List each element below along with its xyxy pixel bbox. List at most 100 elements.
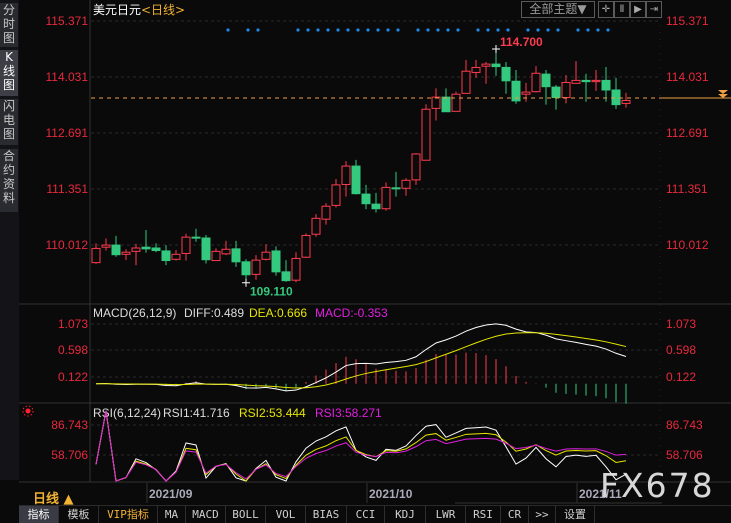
candle-down: [151, 247, 161, 252]
left-price-tick: 114.031: [46, 70, 89, 84]
rsi-plot: [95, 410, 627, 482]
candle-up: [291, 257, 301, 281]
candle-up: [521, 91, 531, 95]
macd-diff-value: DIFF:0.489: [184, 306, 244, 320]
signal-dot: [536, 28, 540, 32]
signal-dots: [226, 28, 610, 32]
candle-down: [161, 250, 171, 262]
candle-up: [221, 248, 231, 255]
toolbar-indicators-button[interactable]: 指标: [19, 506, 59, 523]
rsi-tick: 86.743: [51, 418, 88, 432]
signal-dot: [356, 28, 360, 32]
candle-up: [301, 234, 311, 258]
candle-down: [551, 86, 561, 99]
chart-canvas[interactable]: 美元日元 <日线> 115.371 114.031 112.691 111.35…: [0, 0, 731, 522]
toolbar-cr-button[interactable]: CR: [501, 506, 529, 523]
candle-down: [231, 248, 241, 263]
candle-up: [261, 251, 271, 260]
toolbar-macd-button[interactable]: MACD: [186, 506, 226, 523]
rsi2-line: [95, 410, 627, 482]
candle-up: [341, 165, 351, 185]
signal-dot: [456, 28, 460, 32]
candle-up: [381, 186, 391, 210]
left-price-tick: 111.351: [46, 182, 88, 196]
toolbar-bias-button[interactable]: BIAS: [306, 506, 347, 523]
left-price-tick: 112.691: [46, 126, 89, 140]
rsi2-value: RSI2:53.444: [239, 406, 306, 420]
play-icon[interactable]: ▶: [630, 1, 646, 18]
rsi1-value: RSI1:41.716: [163, 406, 230, 420]
signal-dot: [476, 28, 480, 32]
candle-up: [251, 259, 261, 275]
signal-dot: [416, 28, 420, 32]
diff-line: [95, 323, 627, 392]
right-price-tick: 115.371: [666, 14, 709, 28]
toolbar-cci-button[interactable]: CCI: [347, 506, 385, 523]
signal-dot: [486, 28, 490, 32]
candle-down: [601, 79, 611, 91]
main-grid: [91, 20, 660, 456]
macd-title: MACD(26,12,9): [93, 306, 176, 320]
signal-dot: [606, 28, 610, 32]
last-price-marker-icon: [718, 89, 728, 98]
toolbar-more-button[interactable]: >>: [529, 506, 556, 523]
rsi-title: RSI(6,12,24): [93, 406, 161, 420]
rsi-tick: 58.706: [51, 448, 88, 462]
toolbar-settings-button[interactable]: 设置: [556, 506, 595, 523]
toolbar-kdj-button[interactable]: KDJ: [385, 506, 426, 523]
candle-up: [561, 81, 571, 99]
toolbar-templates-button[interactable]: 模板: [59, 506, 99, 523]
candle-up: [121, 251, 131, 255]
candle-up: [211, 250, 221, 262]
signal-dot: [306, 28, 310, 32]
rsi3-line: [95, 410, 627, 482]
jump-end-icon[interactable]: ⇥: [646, 1, 662, 18]
signal-dot: [596, 28, 600, 32]
signal-dot: [546, 28, 550, 32]
candle-up: [171, 253, 181, 260]
macd-tick: 0.598: [58, 343, 88, 357]
signal-dot: [386, 28, 390, 32]
candle-up: [481, 63, 491, 67]
candle-down: [111, 244, 121, 256]
candle-up: [91, 247, 101, 264]
candle-down: [541, 73, 551, 88]
candle-up: [321, 205, 331, 220]
crosshair-icon[interactable]: ✛: [598, 1, 614, 18]
toolbar-vol-button[interactable]: VOL: [266, 506, 306, 523]
signal-dot: [296, 28, 300, 32]
candle-down: [281, 271, 291, 282]
right-price-tick: 112.691: [666, 126, 709, 140]
right-price-tick: 110.012: [666, 238, 709, 252]
signal-dot: [556, 28, 560, 32]
low-price-label: 109.110: [250, 285, 293, 299]
toolbar-vip-indicators-button[interactable]: VIP指标: [99, 506, 158, 523]
high-crosshair-icon: [492, 45, 500, 54]
candle-up: [471, 66, 481, 73]
candle-up: [461, 70, 471, 94]
candle-up: [181, 236, 191, 254]
settings-dot-icon[interactable]: [22, 405, 34, 417]
signal-dot: [496, 28, 500, 32]
toolbar-lwr-button[interactable]: LWR: [426, 506, 466, 523]
toolbar-rsi-button[interactable]: RSI: [466, 506, 501, 523]
candle-up: [131, 247, 141, 252]
signal-dot: [256, 28, 260, 32]
toolbar-ma-button[interactable]: MA: [158, 506, 186, 523]
candle-down: [271, 250, 281, 273]
signal-dot: [526, 28, 530, 32]
candle-up: [451, 93, 461, 112]
zoom-range-icon[interactable]: Ⅱ: [614, 1, 630, 18]
right-price-tick: 111.351: [666, 182, 708, 196]
candle-down: [501, 66, 511, 82]
signal-dot: [446, 28, 450, 32]
signal-dot: [336, 28, 340, 32]
macd-tick: 1.073: [58, 317, 88, 331]
toolbar-boll-button[interactable]: BOLL: [226, 506, 266, 523]
candle-up: [411, 153, 421, 181]
candle-up: [401, 179, 411, 189]
signal-dot: [326, 28, 330, 32]
rsi1-line: [95, 410, 627, 482]
candle-down: [581, 79, 591, 83]
theme-dropdown[interactable]: 全部主题▼: [521, 1, 595, 18]
